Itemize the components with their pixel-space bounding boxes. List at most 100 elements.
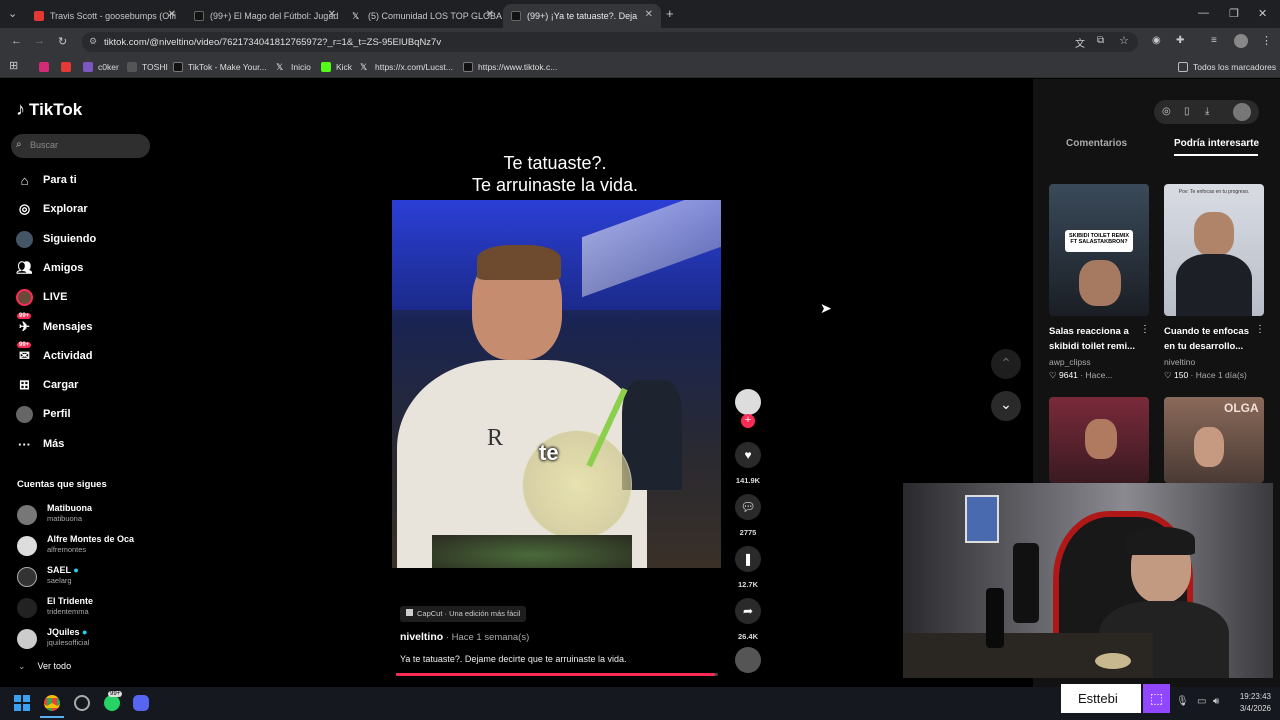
install-icon[interactable]: ⧉ — [1097, 35, 1104, 46]
bookmark-youtube[interactable] — [61, 60, 76, 74]
close-icon[interactable]: ✕ — [168, 9, 176, 20]
tab-3[interactable]: 𝕏 (5) Comunidad LOS TOP GLOBAL ✕ — [344, 4, 502, 28]
all-bookmarks[interactable]: Todos los marcadores — [1178, 60, 1276, 74]
avatar — [17, 567, 37, 587]
avatar — [17, 629, 37, 649]
nav-perfil[interactable]: Perfil — [16, 404, 71, 424]
bookmark-7[interactable]: https://www.tiktok.c... — [463, 60, 557, 74]
obs-icon[interactable] — [74, 695, 90, 711]
discord-icon[interactable] — [133, 695, 149, 711]
bookmark-2[interactable]: TOSHI — [127, 60, 168, 74]
video-author[interactable]: niveltino · Hace 1 semana(s) — [400, 631, 529, 643]
nav-siguiendo[interactable]: Siguiendo — [16, 229, 96, 249]
more-options-icon[interactable]: ⋮ — [1140, 324, 1150, 335]
site-info-icon[interactable]: ⚙ — [89, 36, 97, 47]
avatar — [17, 505, 37, 525]
see-all-link[interactable]: ⌄ Ver todo — [18, 661, 71, 672]
user-avatar[interactable] — [1233, 103, 1251, 121]
windows-start-icon[interactable] — [14, 695, 30, 711]
close-icon[interactable]: ✕ — [645, 9, 653, 20]
avatar-icon — [16, 230, 33, 248]
bookmark-instagram[interactable] — [39, 60, 54, 74]
tab-recommendations[interactable]: Podría interesarte — [1174, 138, 1259, 149]
nav-para-ti[interactable]: ⌂ Para ti — [16, 170, 77, 190]
download-icon[interactable]: ⤓ — [1205, 106, 1209, 117]
tab-comments[interactable]: Comentarios — [1066, 138, 1127, 149]
translate-icon[interactable]: 文 — [1075, 35, 1085, 50]
bookmark-4[interactable]: 𝕏 Inicio — [276, 60, 311, 74]
profile-avatar[interactable] — [1234, 34, 1248, 48]
instagram-icon — [39, 62, 49, 72]
search-input[interactable]: ⌕ Buscar — [11, 134, 150, 158]
nav-mas[interactable]: ··· Más — [16, 434, 64, 454]
capcut-tag[interactable]: CapCut · Una edición más fácil — [400, 606, 527, 622]
suggestion-user[interactable]: niveltino — [1164, 357, 1195, 367]
suggestion-card[interactable]: SKIBIDI TOILET REMIX FT SALASTAKBRON? — [1049, 184, 1149, 316]
bookmark-star-icon[interactable]: ☆ — [1119, 34, 1129, 47]
restore-button[interactable]: ❐ — [1229, 7, 1239, 20]
bookmark-3[interactable]: TikTok - Make Your... — [173, 60, 267, 74]
extensions-puzzle-icon[interactable]: ✚ — [1176, 35, 1184, 46]
device-icon[interactable]: ▯ — [1184, 106, 1190, 117]
minimize-button[interactable]: — — [1198, 7, 1209, 19]
close-icon[interactable]: ✕ — [328, 9, 336, 20]
sound-disc[interactable] — [735, 647, 761, 673]
extension-icon[interactable]: ◉ — [1152, 35, 1161, 46]
clock-time[interactable]: 19:23:43 — [1231, 692, 1271, 701]
bookmark-5[interactable]: Kick — [321, 60, 352, 74]
video-player[interactable]: R te — [392, 200, 721, 568]
reload-icon[interactable]: ↻ — [58, 35, 67, 48]
nav-cargar[interactable]: ⊞ Cargar — [16, 375, 78, 395]
address-bar[interactable]: ⚙ tiktok.com/@niveltino/video/7621734041… — [82, 32, 1138, 52]
apps-grid-icon[interactable]: ⊞ — [9, 59, 18, 72]
tab-title: (5) Comunidad LOS TOP GLOBAL — [368, 11, 502, 21]
network-icon[interactable]: ▭ — [1197, 696, 1206, 707]
nav-mensajes[interactable]: ✈ 99+ Mensajes — [16, 312, 93, 337]
suggestion-user[interactable]: awp_clipss — [1049, 357, 1091, 367]
close-window-button[interactable]: ✕ — [1258, 7, 1267, 20]
close-icon[interactable]: ✕ — [486, 9, 494, 20]
comment-button[interactable]: 💬︎ — [735, 494, 761, 520]
tab-4-active[interactable]: (99+) ¡Ya te tatuaste?. Deja ✕ — [503, 4, 661, 28]
nav-live[interactable]: LIVE — [16, 287, 67, 307]
back-icon[interactable]: ← — [11, 35, 22, 47]
nav-amigos[interactable]: 👥︎ Amigos — [16, 258, 83, 278]
follow-plus-button[interactable]: + — [741, 414, 755, 428]
nav-actividad[interactable]: ✉ 99+ Actividad — [16, 341, 93, 366]
creator-avatar[interactable] — [735, 389, 761, 415]
menu-icon[interactable]: ⋮ — [1261, 34, 1272, 47]
previous-video-button[interactable]: ⌃ — [991, 349, 1021, 379]
video-progress-bar[interactable] — [396, 673, 715, 676]
verified-icon: ● — [82, 627, 88, 637]
forward-icon[interactable]: → — [34, 35, 45, 47]
tab-2[interactable]: (99+) El Mago del Fútbol: Jugad ✕ — [186, 4, 344, 28]
like-button[interactable]: ♥ — [735, 442, 761, 468]
media-icon[interactable]: ≡ — [1211, 35, 1217, 46]
more-options-icon[interactable]: ⋮ — [1255, 324, 1265, 335]
save-button[interactable]: ❚ — [735, 546, 761, 572]
search-icon: ⌕ — [16, 139, 22, 150]
suggestion-card[interactable] — [1049, 397, 1149, 483]
tiktok-logo[interactable]: ♪ TikTok — [16, 99, 82, 120]
tab-1[interactable]: Travis Scott - goosebumps (Offi ✕ — [26, 4, 184, 28]
suggestion-card[interactable]: OLGA — [1164, 397, 1264, 483]
tab-search-icon[interactable]: ⌄ — [8, 7, 17, 20]
profile-icon — [16, 405, 33, 423]
twitch-icon: ⬚ — [1143, 684, 1170, 713]
suggestion-card[interactable]: Pov: Te enfocas en tu progreso. — [1164, 184, 1264, 316]
compass-icon[interactable]: ◎ — [1162, 106, 1171, 117]
share-button[interactable]: ➦ — [735, 598, 761, 624]
next-video-button[interactable]: ⌄ — [991, 391, 1021, 421]
chrome-icon[interactable] — [44, 695, 60, 711]
new-tab-button[interactable]: + — [666, 6, 674, 21]
bookmark-1[interactable]: c0ker — [83, 60, 119, 74]
x-icon: 𝕏 — [352, 11, 360, 21]
whatsapp-icon[interactable] — [104, 695, 120, 711]
bookmark-6[interactable]: 𝕏https://x.com/Lucst... — [360, 60, 453, 74]
tab-title: Travis Scott - goosebumps (Offi — [50, 11, 177, 21]
nav-explorar[interactable]: ◎ Explorar — [16, 199, 88, 219]
streamer-hair — [1125, 527, 1195, 555]
clock-date[interactable]: 3/4/2026 — [1231, 704, 1271, 713]
volume-icon[interactable]: 🔊︎ — [1213, 696, 1219, 707]
microphone-icon[interactable]: 🎙︎ — [1176, 696, 1189, 707]
